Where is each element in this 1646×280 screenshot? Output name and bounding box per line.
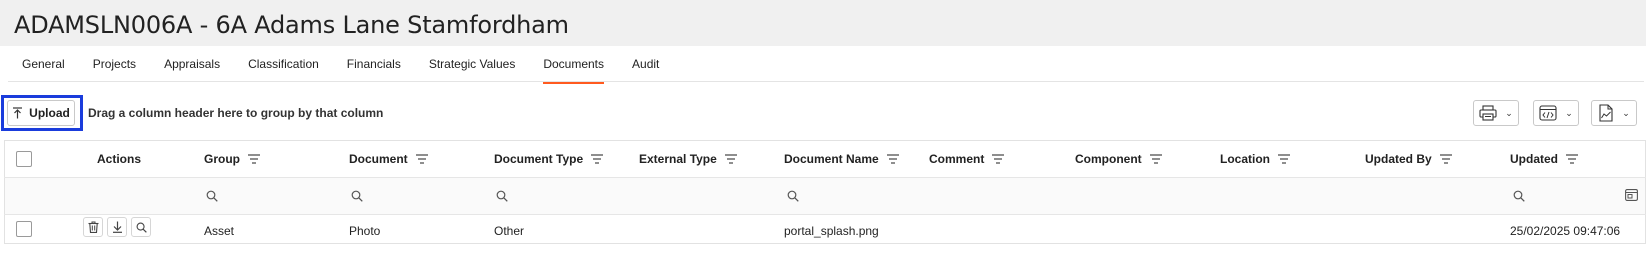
code-window-icon — [1539, 105, 1557, 121]
column-chooser-icon[interactable] — [1625, 189, 1638, 201]
chevron-down-icon: ⌄ — [1622, 107, 1630, 118]
column-header-label: External Type — [639, 152, 717, 166]
tabs-divider — [8, 81, 1644, 82]
search-icon[interactable] — [206, 190, 218, 202]
cell-document-type: Other — [494, 224, 525, 238]
column-header-label: Comment — [929, 152, 985, 166]
column-header-updated-by[interactable]: Updated By — [1365, 152, 1452, 166]
tab-audit[interactable]: Audit — [618, 46, 673, 82]
column-header-label: Actions — [97, 152, 142, 166]
chart-document-icon — [1599, 104, 1613, 122]
chevron-down-icon: ⌄ — [1505, 107, 1513, 118]
search-icon[interactable] — [787, 190, 799, 202]
filter-icon[interactable] — [415, 154, 428, 164]
tab-strategic-values[interactable]: Strategic Values — [415, 46, 530, 82]
tab-classification[interactable]: Classification — [234, 46, 333, 82]
cell-document-name: portal_splash.png — [784, 224, 879, 238]
header-separator — [4, 177, 1646, 178]
column-header-location[interactable]: Location — [1220, 152, 1290, 166]
column-header-label: Component — [1075, 152, 1142, 166]
chevron-down-icon: ⌄ — [1565, 107, 1573, 118]
search-icon[interactable] — [496, 190, 508, 202]
column-header-label: Document — [349, 152, 408, 166]
download-icon — [112, 221, 122, 233]
search-icon[interactable] — [1513, 190, 1525, 202]
column-header-external-type[interactable]: External Type — [639, 152, 737, 166]
download-button[interactable] — [107, 217, 127, 237]
column-header-document-name[interactable]: Document Name — [784, 152, 899, 166]
delete-icon — [88, 221, 98, 233]
filter-icon[interactable] — [992, 154, 1005, 164]
tab-general[interactable]: General — [8, 46, 79, 82]
delete-button[interactable] — [83, 217, 103, 237]
column-header-component[interactable]: Component — [1075, 152, 1162, 166]
tab-financials[interactable]: Financials — [333, 46, 415, 82]
filter-icon[interactable] — [1439, 154, 1452, 164]
export-code-button[interactable]: ⌄ — [1533, 100, 1579, 126]
column-header-document[interactable]: Document — [349, 152, 428, 166]
cell-document: Photo — [349, 224, 381, 238]
upload-icon — [13, 107, 23, 119]
filter-icon[interactable] — [248, 154, 260, 164]
printer-icon — [1479, 105, 1497, 121]
column-header-label: Group — [204, 152, 240, 166]
column-header-label: Updated — [1510, 152, 1558, 166]
filter-icon[interactable] — [591, 154, 604, 164]
cell-group: Asset — [204, 224, 235, 238]
filter-icon[interactable] — [1566, 154, 1578, 164]
page-title: ADAMSLN006A - 6A Adams Lane Stamfordham — [14, 11, 569, 39]
column-header-label: Document Type — [494, 152, 584, 166]
column-header-comment[interactable]: Comment — [929, 152, 1005, 166]
filter-icon[interactable] — [1278, 154, 1290, 164]
upload-button[interactable]: Upload — [7, 100, 75, 126]
print-button[interactable]: ⌄ — [1473, 100, 1519, 126]
upload-label: Upload — [29, 106, 70, 120]
column-header-document-type[interactable]: Document Type — [494, 152, 604, 166]
filter-icon[interactable] — [724, 154, 737, 164]
tab-bar: General Projects Appraisals Classificati… — [8, 46, 673, 84]
tab-projects[interactable]: Projects — [79, 46, 150, 82]
export-chart-button[interactable]: ⌄ — [1591, 100, 1637, 126]
view-button[interactable] — [131, 217, 151, 237]
tab-appraisals[interactable]: Appraisals — [150, 46, 234, 82]
row-checkbox[interactable] — [16, 221, 32, 237]
column-header-label: Updated By — [1365, 152, 1432, 166]
group-panel-hint[interactable]: Drag a column header here to group by th… — [88, 106, 383, 120]
filter-separator — [4, 214, 1646, 215]
filter-icon[interactable] — [886, 154, 899, 164]
filter-icon[interactable] — [1149, 154, 1162, 164]
column-header-label: Document Name — [784, 152, 879, 166]
select-all-checkbox[interactable] — [16, 151, 32, 167]
column-header-label: Location — [1220, 152, 1270, 166]
column-header-updated[interactable]: Updated — [1510, 152, 1578, 166]
cell-updated: 25/02/2025 09:47:06 — [1510, 224, 1621, 238]
column-header-group[interactable]: Group — [204, 152, 260, 166]
tab-documents[interactable]: Documents — [529, 46, 618, 84]
view-icon — [136, 222, 147, 233]
search-icon[interactable] — [351, 190, 363, 202]
column-header-actions: Actions — [97, 152, 141, 166]
